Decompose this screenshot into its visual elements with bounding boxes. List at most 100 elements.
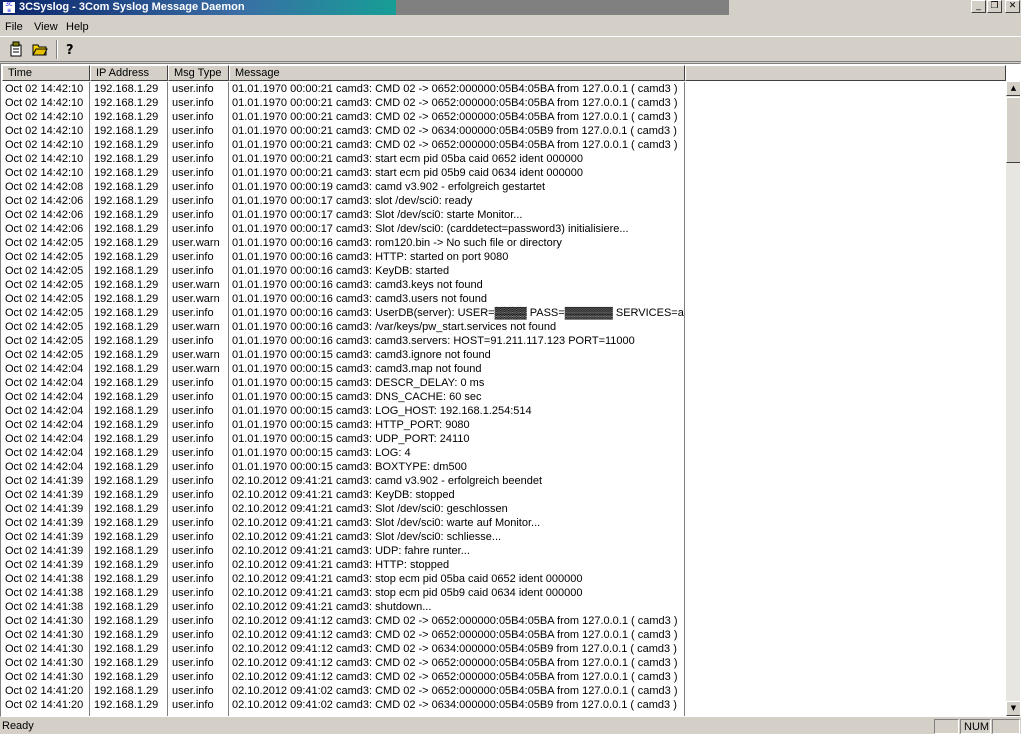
vertical-scrollbar[interactable]: ▲ ▼: [1006, 81, 1020, 716]
cell-msg-type: user.info: [172, 587, 214, 599]
cell-message: 01.01.1970 00:00:21 camd3: start ecm pid…: [232, 167, 584, 179]
table-row[interactable]: Oct 02 14:42:04 192.168.1.29 user.info 01.0…: [2, 390, 1006, 404]
clear-log-button[interactable]: [5, 39, 27, 60]
cell-message: 01.01.1970 00:00:15 camd3: camd3.map not…: [232, 363, 482, 375]
cell-message: 01.01.1970 00:00:17 camd3: Slot /dev/sci…: [232, 223, 629, 235]
table-row[interactable]: Oct 02 14:41:39 192.168.1.29 user.info 02.1…: [2, 516, 1006, 530]
column-header-time[interactable]: Time: [2, 65, 90, 81]
table-row[interactable]: Oct 02 14:42:04 192.168.1.29 user.info 01.0…: [2, 404, 1006, 418]
table-row[interactable]: Oct 02 14:42:04 192.168.1.29 user.info 01.0…: [2, 446, 1006, 460]
cell-msg-type: user.info: [172, 83, 214, 95]
cell-time: Oct 02 14:42:10: [5, 167, 84, 179]
table-row[interactable]: Oct 02 14:42:10 192.168.1.29 user.info 01.0…: [2, 110, 1006, 124]
cell-time: Oct 02 14:42:10: [5, 111, 84, 123]
cell-ip-address: 192.168.1.29: [94, 321, 159, 333]
table-row[interactable]: Oct 02 14:42:08 192.168.1.29 user.info 01.0…: [2, 180, 1006, 194]
column-header-message[interactable]: Message: [229, 65, 685, 81]
table-row[interactable]: Oct 02 14:42:04 192.168.1.29 user.info 01.0…: [2, 432, 1006, 446]
table-row[interactable]: Oct 02 14:42:10 192.168.1.29 user.info 01.0…: [2, 82, 1006, 96]
table-row[interactable]: Oct 02 14:42:05 192.168.1.29 user.warn 01.0…: [2, 320, 1006, 334]
cell-time: Oct 02 14:42:04: [5, 405, 84, 417]
cell-message: 02.10.2012 09:41:21 camd3: HTTP: stopped: [232, 559, 450, 571]
table-row[interactable]: Oct 02 14:42:10 192.168.1.29 user.info 01.0…: [2, 152, 1006, 166]
table-row[interactable]: Oct 02 14:42:05 192.168.1.29 user.info 01.0…: [2, 250, 1006, 264]
table-row[interactable]: Oct 02 14:42:04 192.168.1.29 user.info 01.0…: [2, 460, 1006, 474]
open-button[interactable]: [29, 39, 51, 60]
table-row[interactable]: Oct 02 14:41:39 192.168.1.29 user.info 02.1…: [2, 502, 1006, 516]
table-row[interactable]: Oct 02 14:41:39 192.168.1.29 user.info 02.1…: [2, 474, 1006, 488]
close-icon: ✕: [1008, 1, 1017, 11]
column-header-filler: [685, 65, 1006, 81]
scroll-down-button[interactable]: ▼: [1006, 701, 1020, 716]
cell-message: 01.01.1970 00:00:16 camd3: UserDB(server…: [232, 307, 684, 319]
cell-msg-type: user.info: [172, 223, 214, 235]
scroll-up-button[interactable]: ▲: [1006, 81, 1020, 96]
cell-time: Oct 02 14:42:04: [5, 377, 84, 389]
table-row[interactable]: Oct 02 14:42:05 192.168.1.29 user.warn 01.0…: [2, 292, 1006, 306]
table-row[interactable]: Oct 02 14:41:39 192.168.1.29 user.info 02.1…: [2, 544, 1006, 558]
table-row[interactable]: Oct 02 14:41:39 192.168.1.29 user.info 02.1…: [2, 530, 1006, 544]
cell-message: 02.10.2012 09:41:21 camd3: shutdown...: [232, 601, 432, 613]
table-row[interactable]: Oct 02 14:42:05 192.168.1.29 user.info 01.0…: [2, 334, 1006, 348]
cell-msg-type: user.info: [172, 153, 214, 165]
cell-msg-type: user.info: [172, 447, 214, 459]
column-header-ip-address[interactable]: IP Address: [90, 65, 168, 81]
cell-message: 01.01.1970 00:00:16 camd3: camd3.servers…: [232, 335, 635, 347]
table-row[interactable]: Oct 02 14:42:04 192.168.1.29 user.info 01.0…: [2, 418, 1006, 432]
cell-message: 01.01.1970 00:00:17 camd3: slot /dev/sci…: [232, 195, 473, 207]
table-row[interactable]: Oct 02 14:42:06 192.168.1.29 user.info 01.0…: [2, 208, 1006, 222]
table-row[interactable]: Oct 02 14:42:06 192.168.1.29 user.info 01.0…: [2, 222, 1006, 236]
menu-view[interactable]: View: [34, 19, 58, 35]
close-button[interactable]: ✕: [1005, 0, 1020, 13]
table-row[interactable]: Oct 02 14:42:04 192.168.1.29 user.warn 01.0…: [2, 362, 1006, 376]
table-row[interactable]: Oct 02 14:41:20 192.168.1.29 user.info 02.1…: [2, 684, 1006, 698]
cell-time: Oct 02 14:41:30: [5, 643, 84, 655]
cell-time: Oct 02 14:41:38: [5, 573, 84, 585]
table-row[interactable]: Oct 02 14:41:30 192.168.1.29 user.info 02.1…: [2, 670, 1006, 684]
table-row[interactable]: Oct 02 14:41:30 192.168.1.29 user.info 02.1…: [2, 656, 1006, 670]
menu-help[interactable]: Help: [66, 19, 89, 35]
cell-time: Oct 02 14:41:30: [5, 615, 84, 627]
cell-time: Oct 02 14:41:39: [5, 503, 84, 515]
app-icon[interactable]: 3C ≡: [2, 1, 16, 14]
table-row[interactable]: Oct 02 14:42:05 192.168.1.29 user.info 01.0…: [2, 264, 1006, 278]
table-row[interactable]: Oct 02 14:41:20 192.168.1.29 user.info 02.1…: [2, 698, 1006, 712]
table-row[interactable]: Oct 02 14:41:39 192.168.1.29 user.info 02.1…: [2, 558, 1006, 572]
table-row[interactable]: Oct 02 14:41:38 192.168.1.29 user.info 02.1…: [2, 600, 1006, 614]
help-button[interactable]: ?: [59, 39, 81, 60]
cell-msg-type: user.info: [172, 377, 214, 389]
cell-ip-address: 192.168.1.29: [94, 307, 159, 319]
table-row[interactable]: Oct 02 14:42:10 192.168.1.29 user.info 01.0…: [2, 96, 1006, 110]
cell-message: 01.01.1970 00:00:15 camd3: DESCR_DELAY: …: [232, 377, 485, 389]
table-row[interactable]: Oct 02 14:42:06 192.168.1.29 user.info 01.0…: [2, 194, 1006, 208]
window-title: 3CSyslog - 3Com Syslog Message Daemon: [19, 1, 245, 13]
cell-time: Oct 02 14:42:05: [5, 335, 84, 347]
table-row[interactable]: Oct 02 14:41:30 192.168.1.29 user.info 02.1…: [2, 614, 1006, 628]
table-row[interactable]: Oct 02 14:42:10 192.168.1.29 user.info 01.0…: [2, 138, 1006, 152]
table-row[interactable]: Oct 02 14:42:05 192.168.1.29 user.warn 01.0…: [2, 278, 1006, 292]
table-row[interactable]: Oct 02 14:42:04 192.168.1.29 user.info 01.0…: [2, 376, 1006, 390]
minimize-button[interactable]: _: [971, 0, 986, 13]
table-row[interactable]: Oct 02 14:41:38 192.168.1.29 user.info 02.1…: [2, 586, 1006, 600]
table-row[interactable]: Oct 02 14:41:30 192.168.1.29 user.info 02.1…: [2, 642, 1006, 656]
cell-time: Oct 02 14:42:05: [5, 293, 84, 305]
table-row[interactable]: Oct 02 14:42:05 192.168.1.29 user.info 01.0…: [2, 306, 1006, 320]
column-header-msg-type[interactable]: Msg Type: [168, 65, 229, 81]
menu-file[interactable]: File: [5, 19, 23, 35]
table-row[interactable]: Oct 02 14:41:30 192.168.1.29 user.info 02.1…: [2, 628, 1006, 642]
table-row[interactable]: Oct 02 14:42:05 192.168.1.29 user.warn 01.0…: [2, 236, 1006, 250]
cell-time: Oct 02 14:41:39: [5, 531, 84, 543]
table-row[interactable]: Oct 02 14:41:39 192.168.1.29 user.info 02.1…: [2, 488, 1006, 502]
message-list[interactable]: Time IP Address Msg Type Message Oct 02 …: [0, 63, 1021, 717]
table-row[interactable]: Oct 02 14:42:10 192.168.1.29 user.info 01.0…: [2, 166, 1006, 180]
scroll-thumb[interactable]: [1006, 97, 1020, 163]
cell-ip-address: 192.168.1.29: [94, 167, 159, 179]
cell-time: Oct 02 14:41:38: [5, 587, 84, 599]
cell-time: Oct 02 14:42:10: [5, 139, 84, 151]
cell-message: 02.10.2012 09:41:21 camd3: stop ecm pid …: [232, 573, 583, 585]
table-row[interactable]: Oct 02 14:41:38 192.168.1.29 user.info 02.1…: [2, 572, 1006, 586]
status-text: Ready: [2, 720, 34, 732]
table-row[interactable]: Oct 02 14:42:05 192.168.1.29 user.warn 01.0…: [2, 348, 1006, 362]
table-row[interactable]: Oct 02 14:42:10 192.168.1.29 user.info 01.0…: [2, 124, 1006, 138]
restore-button[interactable]: ❐: [987, 0, 1002, 13]
